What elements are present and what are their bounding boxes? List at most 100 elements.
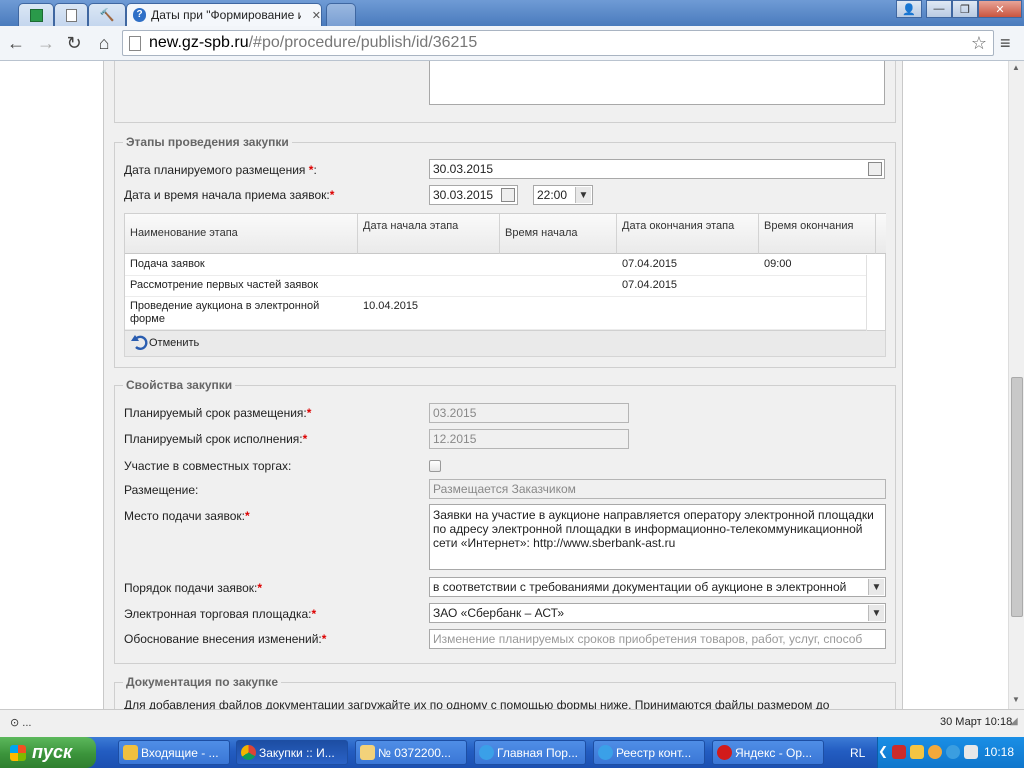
tray-app-icon[interactable] [910, 745, 924, 759]
status-bar: ⊙ ... 30 Март 10:18 ◢ [0, 709, 1024, 737]
close-icon[interactable]: ✕ [312, 9, 321, 22]
grid-header-name[interactable]: Наименование этапа [125, 214, 358, 254]
tab-spreadsheet[interactable] [18, 3, 54, 26]
taskbar-item-chrome[interactable]: Закупки :: И... [236, 740, 348, 765]
start-time-select[interactable]: 22:00 ▼ [533, 185, 593, 205]
page-viewport: Этапы проведения закупки Дата планируемо… [0, 61, 1008, 709]
forward-icon[interactable]: → [34, 32, 58, 54]
properties-legend: Свойства закупки [123, 378, 236, 392]
url-path: /#po/procedure/publish/id/36215 [248, 34, 478, 51]
planned-date-input[interactable]: 30.03.2015 [429, 159, 885, 179]
properties-fieldset: Свойства закупки Планируемый срок размещ… [114, 378, 896, 664]
placement-term-input[interactable]: 03.2015 [429, 403, 629, 423]
tab-tools[interactable]: 🔨 [88, 3, 126, 26]
cancel-button[interactable]: Отменить [127, 331, 217, 357]
grid-header-spacer [876, 214, 886, 254]
pdf-icon[interactable] [892, 745, 906, 759]
close-window-button[interactable]: ✕ [978, 0, 1022, 18]
grid-header-start-date[interactable]: Дата начала этапа [358, 214, 500, 254]
stages-grid: Наименование этапа Дата начала этапа Вре… [124, 213, 886, 331]
placement-term-label: Планируемый срок размещения:* [124, 406, 312, 420]
start-button[interactable]: пуск [0, 737, 96, 768]
browser-toolbar: ← → ↻ ⌂ new.gz-spb.ru/#po/procedure/publ… [0, 26, 1024, 61]
stages-legend: Этапы проведения закупки [123, 135, 292, 149]
order-select[interactable]: в соответствии с требованиями документац… [429, 577, 886, 597]
address-bar[interactable]: new.gz-spb.ru/#po/procedure/publish/id/3… [122, 30, 994, 56]
table-row[interactable]: Проведение аукциона в электронной форме … [125, 297, 866, 330]
reason-label: Обоснование внесения изменений:* [124, 632, 327, 646]
taskbar-item-ie-main[interactable]: Главная Пор... [474, 740, 586, 765]
tab-active[interactable]: ? Даты при "Формирование и ✕ [126, 3, 322, 26]
chevron-down-icon[interactable]: ▼ [868, 605, 884, 621]
taskbar-item-opera[interactable]: Яндекс - Ор... [712, 740, 824, 765]
placement-label: Размещение: [124, 483, 199, 497]
form-panel: Этапы проведения закупки Дата планируемо… [103, 61, 903, 709]
ie-icon [598, 745, 613, 760]
chrome-icon [241, 745, 256, 760]
scrollbar-thumb[interactable] [1011, 377, 1023, 617]
reload-icon[interactable]: ↻ [62, 32, 86, 54]
minimize-button[interactable]: — [926, 0, 952, 18]
menu-icon[interactable]: ≡ [1000, 33, 1011, 54]
taskbar-item-inbox[interactable]: Входящие - ... [118, 740, 230, 765]
submission-place-textarea[interactable]: Заявки на участие в аукционе направляетс… [429, 504, 886, 570]
windows-logo-icon [10, 744, 26, 761]
page-icon [65, 8, 77, 22]
chevron-down-icon[interactable]: ▼ [868, 579, 884, 595]
status-datetime: 30 Март 10:18 [940, 716, 1013, 728]
status-left: ⊙ ... [10, 717, 32, 729]
bookmark-star-icon[interactable]: ☆ [971, 33, 987, 54]
table-row[interactable]: Рассмотрение первых частей заявок 07.04.… [125, 276, 866, 297]
vertical-scrollbar[interactable]: ▲ ▼ [1008, 61, 1024, 709]
ie-icon [479, 745, 494, 760]
grid-toolbar: Отменить [124, 331, 886, 357]
home-icon[interactable]: ⌂ [92, 32, 116, 54]
top-fieldset [114, 61, 896, 123]
chevron-down-icon[interactable]: ▼ [575, 187, 591, 203]
mail-tray-icon[interactable] [928, 745, 942, 759]
etp-label: Электронная торговая площадка:* [124, 607, 317, 621]
browser-tab-bar: 🔨 ? Даты при "Формирование и ✕ 👤 — ❐ ✕ [0, 0, 1024, 26]
new-tab-button[interactable] [326, 3, 356, 26]
mail-icon [123, 745, 138, 760]
resize-grip-icon[interactable]: ◢ [1010, 716, 1018, 727]
page-icon [129, 36, 141, 51]
joint-bidding-checkbox[interactable] [429, 460, 441, 472]
docs-legend: Документация по закупке [123, 675, 281, 689]
calendar-icon[interactable] [868, 162, 882, 176]
language-indicator[interactable]: RL [850, 746, 865, 760]
restore-button[interactable]: ❐ [952, 0, 978, 18]
taskbar-item-folder[interactable]: № 0372200... [355, 740, 467, 765]
placement-input[interactable]: Размещается Заказчиком [429, 479, 886, 499]
order-label: Порядок подачи заявок:* [124, 581, 263, 595]
taskbar-item-ie-registry[interactable]: Реестр конт... [593, 740, 705, 765]
start-label: пуск [32, 742, 73, 762]
profile-icon[interactable]: 👤 [896, 0, 922, 18]
network-icon[interactable] [946, 745, 960, 759]
reason-input[interactable]: Изменение планируемых сроков приобретени… [429, 629, 886, 649]
etp-select[interactable]: ЗАО «Сбербанк – АСТ» ▼ [429, 603, 886, 623]
grid-header-end-time[interactable]: Время окончания [759, 214, 876, 254]
tray-expand-icon[interactable]: ❮ [878, 744, 888, 758]
start-date-input[interactable]: 30.03.2015 [429, 185, 518, 205]
table-row[interactable]: Подача заявок 07.04.2015 09:00 [125, 255, 866, 276]
volume-icon[interactable] [964, 745, 978, 759]
docs-description: Для добавления файлов документации загру… [124, 698, 830, 709]
tab-title: Даты при "Формирование и [151, 8, 301, 22]
opera-icon [717, 745, 732, 760]
grid-header-end-date[interactable]: Дата окончания этапа [617, 214, 759, 254]
spreadsheet-icon [29, 8, 43, 22]
url-host: new.gz-spb.ru [149, 34, 249, 51]
folder-icon [360, 745, 375, 760]
back-icon[interactable]: ← [4, 32, 28, 54]
taskbar: пуск Входящие - ... Закупки :: И... № 03… [0, 737, 1024, 768]
tab-blank-page[interactable] [54, 3, 88, 26]
calendar-icon[interactable] [501, 188, 515, 202]
scroll-down-icon[interactable]: ▼ [1012, 695, 1020, 704]
top-textarea[interactable] [429, 61, 885, 105]
execution-term-input[interactable]: 12.2015 [429, 429, 629, 449]
grid-header-start-time[interactable]: Время начала [500, 214, 617, 254]
joint-bidding-label: Участие в совместных торгах: [124, 459, 292, 473]
scroll-up-icon[interactable]: ▲ [1012, 63, 1020, 72]
clock: 10:18 [984, 745, 1015, 759]
